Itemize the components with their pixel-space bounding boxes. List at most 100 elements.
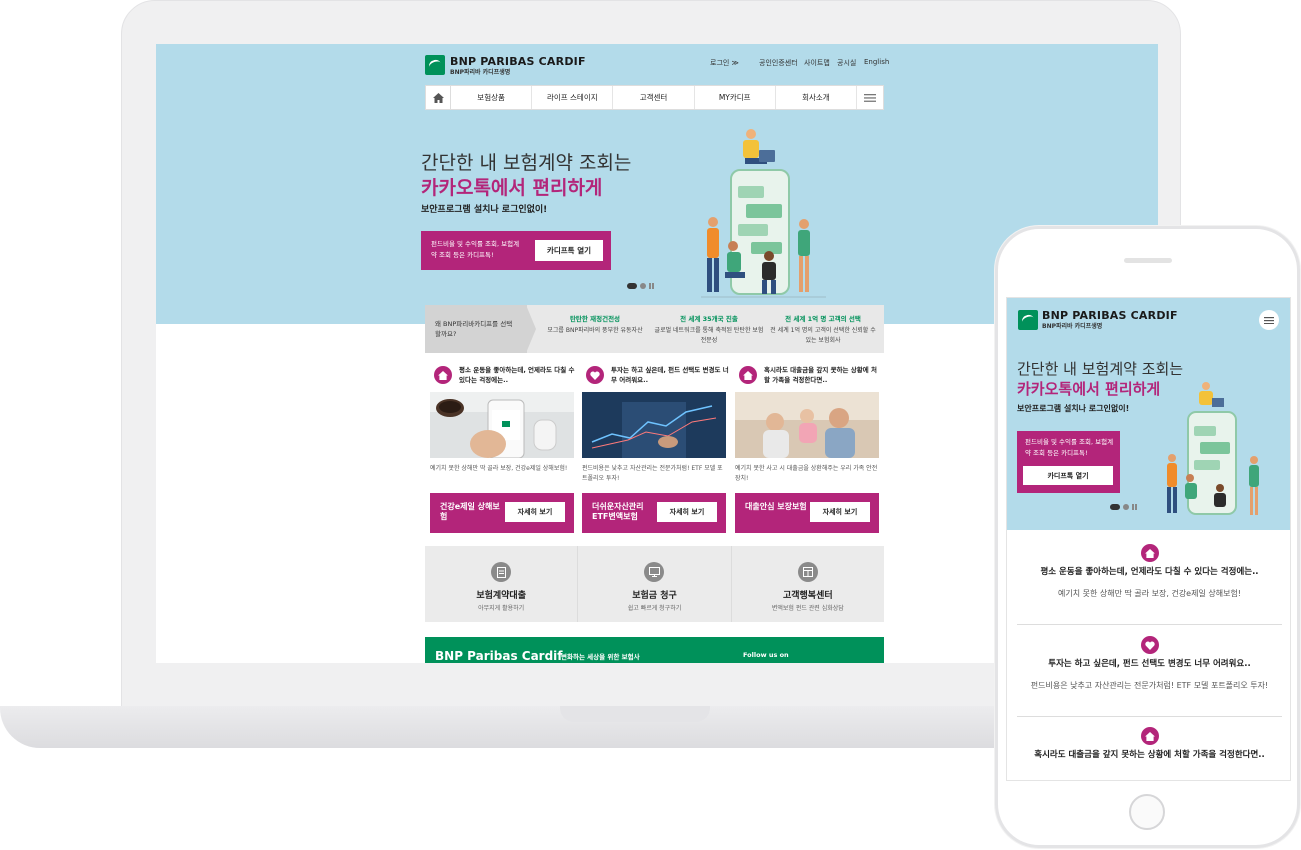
- hero-headline: 간단한 내 보험계약 조회는: [421, 152, 632, 174]
- mobile-item-desc: 예기치 못한 상해만 딱 골라 보장, 건강e제일 상해보험!: [1057, 589, 1242, 598]
- heart-icon: [1140, 636, 1159, 654]
- mobile-item-desc: 펀드비용은 낮추고 자산관리는 전문가처럼! ETF 모델 포트폴리오 투자!: [1030, 681, 1269, 690]
- mobile-screen: BNP PARIBAS CARDIF BNP파리바 카디프생명 간단한 내 보험…: [1006, 297, 1291, 781]
- mobile-pause-icon[interactable]: [1132, 504, 1137, 510]
- carousel-dot-2[interactable]: [640, 283, 646, 289]
- nav-item-my-cardif[interactable]: MY카디프: [695, 86, 776, 109]
- why-lead: 왜 BNP파리바카디프를 선택할까요?: [425, 305, 527, 353]
- house-icon: [1140, 544, 1159, 562]
- cert-center-link[interactable]: 공인인증센터: [759, 58, 798, 68]
- mobile-phone-people-illustration: [1167, 382, 1259, 515]
- card-title: 혹시라도 대출금을 갚지 못하는 상황에 처할 가족을 걱정한다면..: [764, 366, 877, 384]
- mobile-carousel-indicator[interactable]: [1110, 504, 1137, 510]
- mobile-hero-headline: 간단한 내 보험계약 조회는: [1017, 360, 1184, 378]
- service-title: 고객행복센터: [782, 591, 833, 601]
- family-photo-image: [735, 392, 879, 458]
- document-icon: [491, 562, 512, 582]
- logo-subtext: BNP파리바 카디프생명: [450, 69, 511, 76]
- logo-icon[interactable]: [425, 55, 445, 75]
- mobile-item-title: 혹시라도 대출금을 갚지 못하는 상황에 처할 가족을 걱정한다면..: [1034, 750, 1265, 760]
- service-desc: 쉽고 빠르게 청구하기: [627, 605, 682, 612]
- mobile-logo-subtext: BNP파리바 카디프생명: [1042, 323, 1103, 330]
- nav-item-products[interactable]: 보험상품: [451, 86, 533, 109]
- hamburger-menu-icon[interactable]: [857, 86, 883, 109]
- heart-icon: [586, 366, 604, 384]
- phone-speaker: [1124, 258, 1172, 263]
- investment-chart-image: [582, 392, 726, 458]
- nav-item-customer-center[interactable]: 고객센터: [613, 86, 695, 109]
- quick-services: 보험계약대출 아무지게 활용하기 보험금 청구 쉽고 빠르게 청구하기 고객행복…: [425, 546, 884, 622]
- service-claim[interactable]: 보험금 청구 쉽고 빠르게 청구하기: [578, 546, 732, 622]
- card-title: 투자는 하고 싶은데, 펀드 선택도 변경도 너무 어려워요..: [611, 366, 729, 384]
- house-icon: [1140, 727, 1159, 745]
- why-item-title: 탄탄한 재정건전성: [569, 315, 621, 323]
- why-item-title: 전 세계 1억 명 고객의 선택: [785, 315, 861, 323]
- product-banner: 건강e제일 상해보험 자세히 보기: [430, 493, 574, 533]
- mobile-list-item[interactable]: 혹시라도 대출금을 갚지 못하는 상황에 처할 가족을 걱정한다면..: [1017, 727, 1282, 762]
- mobile-hamburger-menu-icon[interactable]: [1259, 310, 1279, 330]
- nav-item-lifestage[interactable]: 라이프 스테이지: [532, 86, 614, 109]
- divider: [1017, 624, 1282, 625]
- house-icon: [739, 366, 757, 384]
- card-desc: 예기치 못한 상해만 딱 골라 보장, 건강e제일 상해보험!: [430, 465, 568, 472]
- view-details-button[interactable]: 자세히 보기: [810, 502, 870, 522]
- kakao-promo-box: 펀드비율 및 수익률 조회, 보험계약 조회 등은 카디프톡! 카디프톡 열기: [421, 231, 611, 270]
- service-desc: 아무지게 활용하기: [478, 605, 525, 612]
- why-section: 왜 BNP파리바카디프를 선택할까요? 탄탄한 재정건전성 모그룹 BNP파리바…: [425, 305, 884, 353]
- mobile-item-title: 평소 운동을 좋아하는데, 언제라도 다칠 수 있다는 걱정에는..: [1040, 567, 1259, 577]
- footer-brand: BNP Paribas Cardif: [435, 649, 563, 663]
- product-banner: 대출안심 보장보험 자세히 보기: [735, 493, 879, 533]
- mobile-item-title: 투자는 하고 싶은데, 펀드 선택도 변경도 너무 어려워요..: [1048, 659, 1251, 669]
- why-item-desc: 글로벌 네트워크를 통해 축적된 탄탄한 보험 전문성: [654, 327, 764, 344]
- english-link[interactable]: English: [864, 58, 889, 66]
- phone-people-illustration: [701, 129, 826, 298]
- card-desc: 펀드비용은 낮추고 자산관리는 전문가처럼! ETF 모델 포트폴리오 투자!: [582, 465, 723, 482]
- why-item: 탄탄한 재정건전성 모그룹 BNP파리바의 풍부한 유동자산: [540, 313, 650, 336]
- hero-headline-accent: 카카오톡에서 편리하게: [421, 177, 603, 199]
- service-title: 보험계약대출: [476, 591, 526, 601]
- carousel-dot-1[interactable]: [627, 283, 637, 289]
- phone-home-button: [1129, 794, 1165, 830]
- why-item-desc: 전 세계 1억 명의 고객이 선택한 신뢰할 수 있는 보험회사: [770, 327, 876, 344]
- mobile-carousel-dot-1[interactable]: [1110, 504, 1120, 510]
- mobile-kakao-promo-box: 펀드비율 및 수익률 조회, 보험계약 조회 등은 카디프톡! 카디프톡 열기: [1017, 431, 1120, 493]
- why-item-title: 전 세계 35개국 진출: [680, 315, 738, 323]
- monitor-icon: [644, 562, 665, 582]
- carousel-indicator[interactable]: [627, 283, 654, 289]
- mobile-logo-icon[interactable]: [1018, 310, 1038, 330]
- chevron-right-icon: [526, 305, 536, 353]
- mobile-carousel-dot-2[interactable]: [1123, 504, 1129, 510]
- coffee-smartphone-image: [430, 392, 574, 458]
- card-desc: 예기치 못한 사고 시 대출금을 상환해주는 우리 가족 안전장치!: [735, 465, 878, 482]
- house-icon: [434, 366, 452, 384]
- sitemap-link[interactable]: 사이트맵: [804, 58, 830, 68]
- nav-item-about[interactable]: 회사소개: [776, 86, 858, 109]
- laptop-notch: [560, 706, 710, 722]
- disclosure-link[interactable]: 공시실: [837, 58, 856, 68]
- main-nav: 보험상품 라이프 스테이지 고객센터 MY카디프 회사소개: [425, 85, 884, 110]
- pause-icon[interactable]: [649, 283, 654, 289]
- service-loan[interactable]: 보험계약대출 아무지게 활용하기: [425, 546, 579, 622]
- login-link[interactable]: 로그인 ≫: [710, 58, 739, 68]
- product-banner: 더쉬운자산관리 ETF변액보험 자세히 보기: [582, 493, 726, 533]
- mobile-open-cardif-talk-button[interactable]: 카디프톡 열기: [1023, 466, 1113, 485]
- product-name: 건강e제일 상해보험: [440, 502, 500, 521]
- why-item: 전 세계 1억 명 고객의 선택 전 세계 1억 명의 고객이 선택한 신뢰할 …: [768, 313, 878, 345]
- view-details-button[interactable]: 자세히 보기: [505, 502, 565, 522]
- home-icon[interactable]: [426, 86, 451, 109]
- product-name: 대출안심 보장보험: [745, 502, 807, 511]
- divider: [1017, 716, 1282, 717]
- mobile-hero-headline-accent: 카카오톡에서 편리하게: [1017, 380, 1161, 398]
- mobile-hero-subtext: 보안프로그램 설치나 로그인없이!: [1017, 404, 1130, 413]
- footer-banner: BNP Paribas Cardif 변화하는 세상을 위한 보험사 Follo…: [425, 637, 884, 663]
- mobile-list-item[interactable]: 평소 운동을 좋아하는데, 언제라도 다칠 수 있다는 걱정에는.. 예기치 못…: [1017, 544, 1282, 600]
- why-item-desc: 모그룹 BNP파리바의 풍부한 유동자산: [547, 327, 643, 334]
- mobile-promo-text: 펀드비율 및 수익률 조회, 보험계약 조회 등은 카디프톡!: [1025, 438, 1114, 457]
- promo-text: 펀드비율 및 수익률 조회, 보험계약 조회 등은 카디프톡!: [431, 240, 520, 259]
- service-happy-center[interactable]: 고객행복센터 변액보험 펀드 관련 심화상담: [732, 546, 884, 622]
- laptop-base: [0, 706, 1040, 748]
- open-cardif-talk-button[interactable]: 카디프톡 열기: [535, 240, 603, 261]
- view-details-button[interactable]: 자세히 보기: [657, 502, 717, 522]
- mobile-list-item[interactable]: 투자는 하고 싶은데, 펀드 선택도 변경도 너무 어려워요.. 펀드비용은 낮…: [1017, 636, 1282, 692]
- follow-us-label: Follow us on: [743, 651, 789, 659]
